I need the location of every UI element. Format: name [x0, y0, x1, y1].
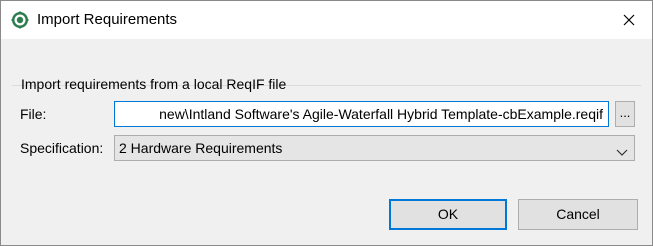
- close-icon: [623, 14, 635, 26]
- file-label: File:: [20, 106, 47, 122]
- browse-button[interactable]: ...: [615, 101, 635, 127]
- file-path-input[interactable]: new\Intland Software's Agile-Waterfall H…: [114, 101, 609, 127]
- app-gear-icon: [11, 11, 29, 29]
- group-title: Import requirements from a local ReqIF f…: [21, 76, 287, 92]
- title-bar: Import Requirements: [1, 1, 652, 39]
- ok-button[interactable]: OK: [389, 199, 507, 230]
- chevron-down-icon: [616, 144, 628, 160]
- file-path-value: new\Intland Software's Agile-Waterfall H…: [159, 106, 603, 122]
- specification-select[interactable]: 2 Hardware Requirements: [114, 135, 635, 161]
- cancel-button[interactable]: Cancel: [518, 199, 638, 230]
- close-button[interactable]: [606, 1, 652, 39]
- specification-selected-value: 2 Hardware Requirements: [119, 140, 283, 156]
- import-requirements-dialog: Import Requirements Import requirements …: [0, 0, 653, 246]
- specification-label: Specification:: [20, 140, 104, 156]
- window-title: Import Requirements: [37, 11, 178, 28]
